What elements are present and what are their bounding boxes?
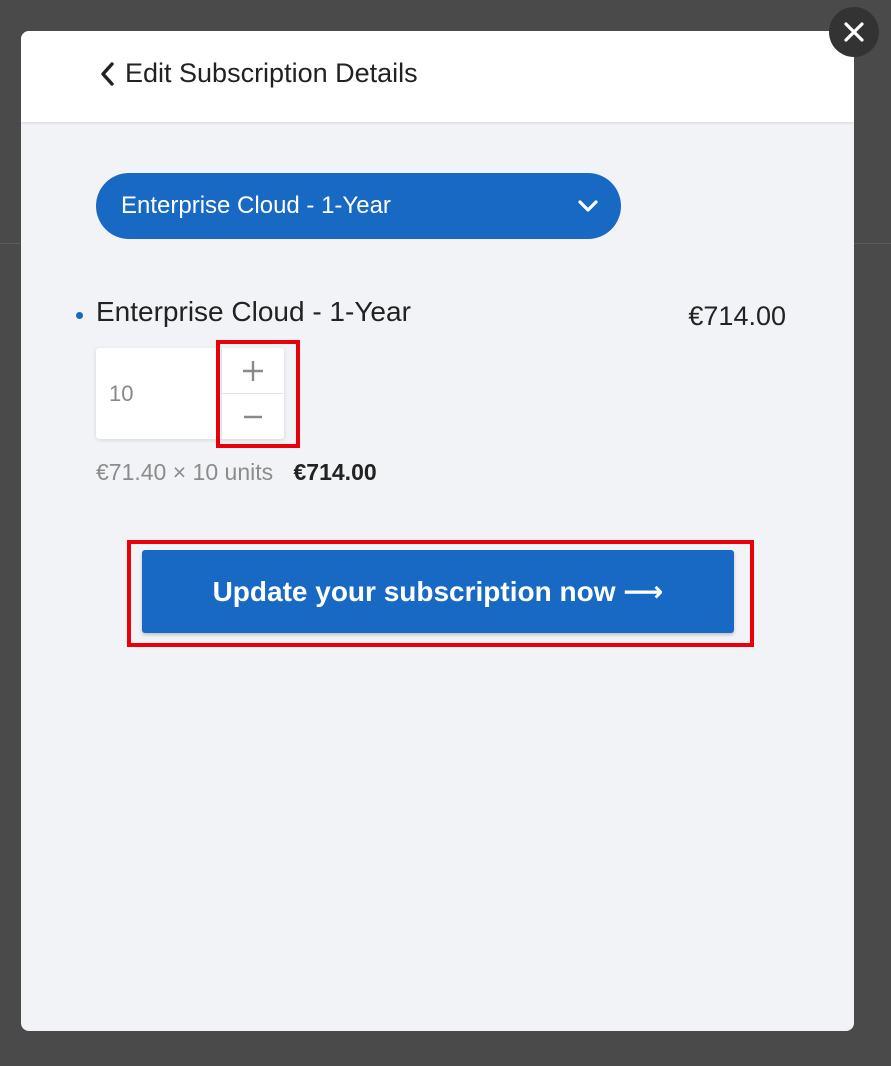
bullet-icon [76, 312, 83, 319]
update-subscription-button[interactable]: Update your subscription now ⟶ [142, 550, 734, 633]
modal-title: Edit Subscription Details [125, 58, 418, 88]
minus-icon [243, 415, 262, 418]
increment-button[interactable] [222, 348, 283, 394]
line-total: €714.00 [293, 459, 377, 485]
plan-dropdown[interactable]: Enterprise Cloud - 1-Year [96, 173, 621, 239]
stepper-controls [221, 348, 283, 439]
decrement-button[interactable] [222, 394, 283, 439]
chevron-left-icon [101, 61, 114, 86]
edit-subscription-modal: Edit Subscription Details Enterprise Clo… [21, 31, 854, 1031]
unit-calc: €71.40 × 10 units [96, 459, 274, 485]
back-link[interactable]: Edit Subscription Details [99, 58, 418, 89]
line-item-name: Enterprise Cloud - 1-Year [96, 296, 411, 327]
plan-dropdown-value: Enterprise Cloud - 1-Year [121, 192, 391, 219]
close-button[interactable] [829, 7, 879, 57]
modal-header: Edit Subscription Details [21, 31, 854, 122]
close-icon [844, 22, 864, 42]
plus-icon [242, 360, 263, 381]
chevron-down-icon [577, 199, 599, 213]
line-item-price: €714.00 [688, 301, 786, 331]
quantity-stepper [96, 348, 284, 439]
quantity-input[interactable] [96, 348, 208, 439]
unit-price-summary: €71.40 × 10 units €714.00 [96, 459, 377, 486]
